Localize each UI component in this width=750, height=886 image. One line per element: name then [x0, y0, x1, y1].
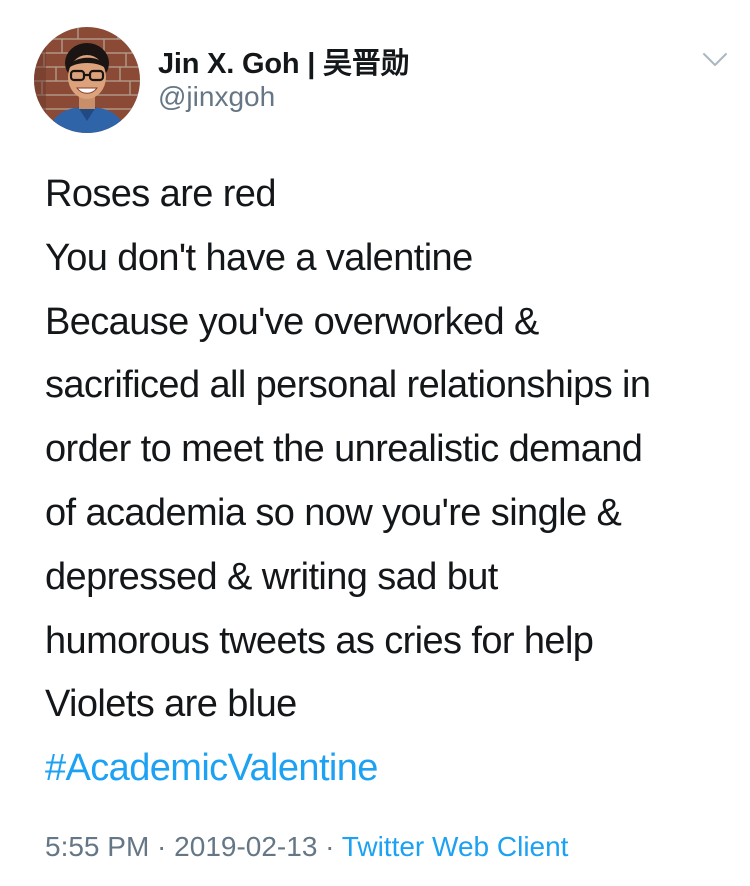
author-handle[interactable]: @jinxgoh [158, 81, 275, 113]
avatar[interactable] [34, 27, 140, 133]
tweet-line: of academia so now you're single & [45, 491, 622, 534]
tweet-date[interactable]: 2019-02-13 [174, 831, 317, 862]
hashtag-link[interactable]: #AcademicValentine [45, 737, 735, 801]
tweet-line: sacrificed all personal relationships in [45, 364, 651, 407]
tweet-line: Because you've overworked & [45, 300, 539, 343]
tweet-text: Roses are red You don't have a valentine… [45, 163, 735, 801]
meta-separator: · [149, 831, 175, 862]
tweet-source-link[interactable]: Twitter Web Client [342, 831, 569, 862]
tweet-line: humorous tweets as cries for help [45, 619, 594, 662]
chevron-down-icon[interactable] [702, 50, 728, 70]
tweet-line: Violets are blue [45, 683, 297, 726]
tweet-metadata: 5:55 PM · 2019-02-13 · Twitter Web Clien… [45, 831, 568, 863]
tweet-time[interactable]: 5:55 PM [45, 831, 149, 862]
tweet-line: order to meet the unrealistic demand [45, 428, 643, 471]
author-display-name[interactable]: Jin X. Goh | 吴晋勋 [158, 40, 410, 82]
meta-separator: · [317, 831, 342, 862]
tweet-line: You don't have a valentine [45, 236, 473, 279]
tweet-line: depressed & writing sad but [45, 555, 498, 598]
tweet-line: Roses are red [45, 173, 276, 215]
tweet-card: Jin X. Goh | 吴晋勋 @jinxgoh Roses are red … [0, 0, 750, 886]
profile-photo-icon [34, 27, 140, 133]
